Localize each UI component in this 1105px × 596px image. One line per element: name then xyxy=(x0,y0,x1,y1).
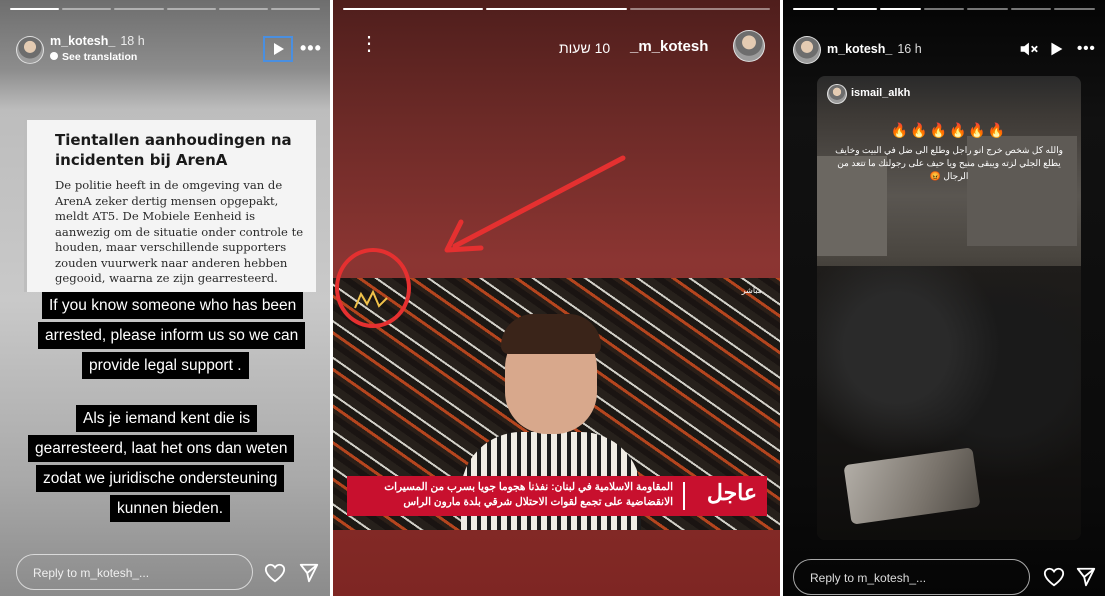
breaking-text-line: المقاومة الاسلامية في لبنان: نفذنا هجوما… xyxy=(384,481,673,493)
reply-input[interactable]: Reply to m_kotesh_... xyxy=(16,554,253,590)
story-time: 16 h xyxy=(897,42,922,56)
breaking-text: المقاومة الاسلامية في لبنان: نفذنا هجوما… xyxy=(373,480,673,510)
article-title: Tientallen aanhoudingen na incidenten bi… xyxy=(55,131,292,169)
more-icon[interactable]: ••• xyxy=(300,38,322,59)
reel-username[interactable]: ismail_alkh xyxy=(851,87,910,99)
username[interactable]: m_kotesh_ xyxy=(50,34,115,48)
username[interactable]: _m_kotesh xyxy=(630,38,708,55)
reply-input[interactable]: Reply to m_kotesh_... xyxy=(793,559,1030,595)
breaking-label: عاجل xyxy=(706,480,757,505)
story-panel-2: ⋮ 10 שעות _m_kotesh مباشر عاجل المقاومة … xyxy=(333,0,780,596)
live-badge: مباشر xyxy=(741,286,762,295)
avatar[interactable] xyxy=(733,30,765,62)
story-time: 10 שעות xyxy=(559,40,611,56)
fire-emojis: 🔥🔥🔥🔥🔥🔥 xyxy=(890,122,1008,138)
story-header[interactable]: m_kotesh_ 18 h xyxy=(50,34,145,48)
story-time: 18 h xyxy=(120,34,145,48)
send-icon[interactable] xyxy=(298,562,320,584)
avatar[interactable] xyxy=(16,36,44,64)
caption-line: arrested, please inform us so we can xyxy=(38,322,306,349)
progress-bars xyxy=(783,8,1105,10)
progress-bars xyxy=(333,8,780,10)
reshared-post[interactable]: ismail_alkh 🔥🔥🔥🔥🔥🔥 والله كل شخص خرج انو … xyxy=(817,76,1081,540)
breaking-text-line: الانقضاضية على تجمع لقوات الاحتلال شرقي … xyxy=(403,496,673,508)
play-button[interactable] xyxy=(263,36,293,62)
see-translation-link[interactable]: See translation xyxy=(50,51,137,63)
article-body: De politie heeft in de omgeving van de A… xyxy=(55,178,304,285)
caption-line: Als je iemand kent die is xyxy=(76,405,258,432)
story-header[interactable]: m_kotesh_ 16 h xyxy=(827,42,922,56)
news-article-card: Tientallen aanhoudingen na incidenten bi… xyxy=(24,120,316,292)
reel-avatar[interactable] xyxy=(827,84,847,104)
caption-line: If you know someone who has been xyxy=(42,292,304,319)
reel-caption: والله كل شخص خرج انو راجل وطلع الى ضل في… xyxy=(835,145,1063,181)
caption-line: kunnen bieden. xyxy=(110,495,231,522)
mute-icon[interactable] xyxy=(1017,38,1039,60)
username[interactable]: m_kotesh_ xyxy=(827,42,892,56)
play-icon[interactable] xyxy=(1045,38,1067,60)
vertical-dots-icon[interactable]: ⋮ xyxy=(359,34,379,54)
caption-line: zodat we juridische ondersteuning xyxy=(36,465,285,492)
more-icon[interactable]: ••• xyxy=(1077,40,1096,57)
globe-icon xyxy=(50,52,58,60)
heart-icon[interactable] xyxy=(264,562,286,584)
caption-line: provide legal support . xyxy=(82,352,249,379)
see-translation-label: See translation xyxy=(62,51,138,63)
send-icon[interactable] xyxy=(1075,566,1097,588)
story-panel-3: m_kotesh_ 16 h ••• ismail_alkh 🔥🔥🔥🔥🔥🔥 وال… xyxy=(783,0,1105,596)
caption-line: gearresteerd, laat het ons dan weten xyxy=(28,435,295,462)
progress-bars xyxy=(0,8,330,10)
play-icon xyxy=(274,43,284,55)
red-arrow-annotation xyxy=(444,155,626,253)
avatar[interactable] xyxy=(793,36,821,64)
story-panel-1: m_kotesh_ 18 h See translation ••• Tienta… xyxy=(0,0,330,596)
breaking-news-banner: عاجل المقاومة الاسلامية في لبنان: نفذنا … xyxy=(347,476,767,516)
red-circle-annotation xyxy=(335,248,411,328)
heart-icon[interactable] xyxy=(1043,566,1065,588)
